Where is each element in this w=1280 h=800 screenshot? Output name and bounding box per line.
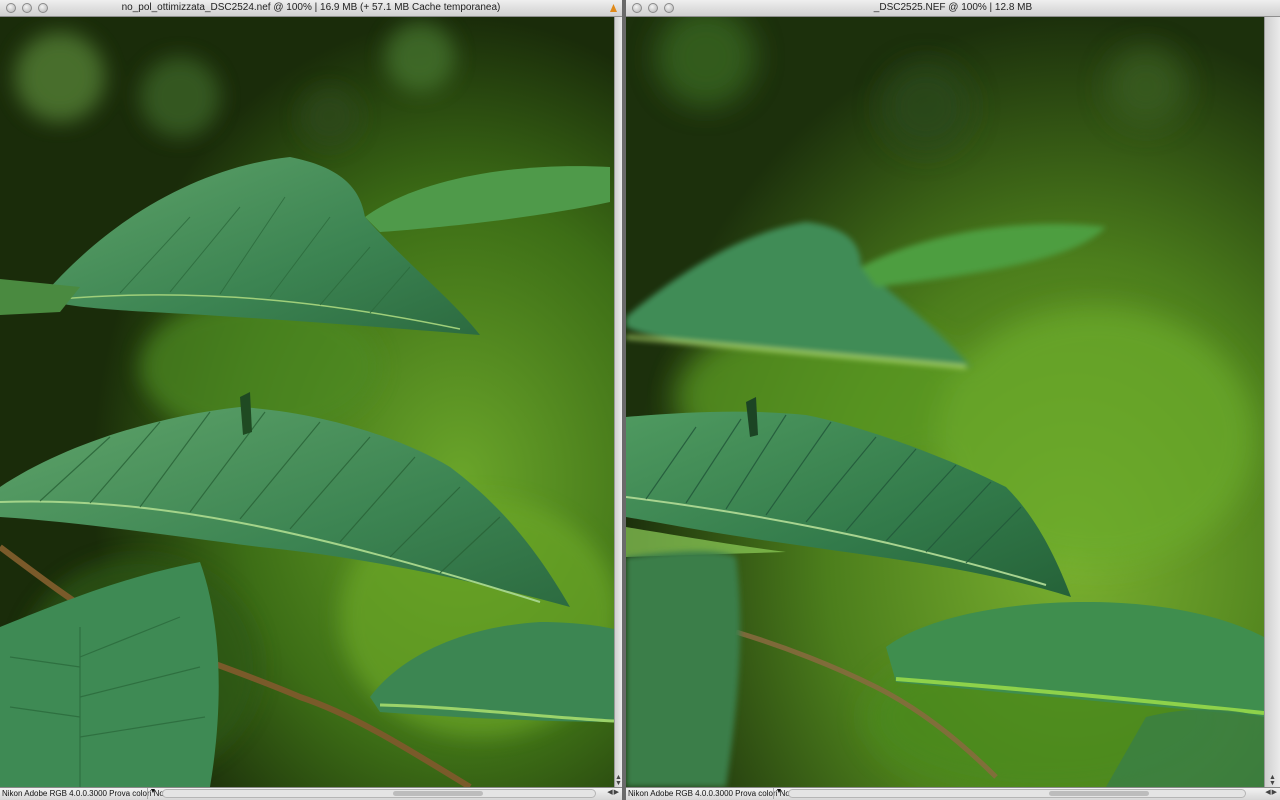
color-profile-status: Nikon Adobe RGB 4.0.0.3000 Prova colori … (2, 789, 164, 798)
horizontal-scrollbar[interactable] (788, 789, 1246, 798)
document-window-right: _DSC2525.NEF @ 100% | 12.8 MB ▲ ▼ Nikon … (626, 0, 1280, 800)
scroll-thumb[interactable] (393, 791, 483, 796)
scroll-thumb[interactable] (1049, 791, 1149, 796)
window-title: no_pol_ottimizzata_DSC2524.nef @ 100% | … (121, 2, 501, 13)
document-window-left: no_pol_ottimizzata_DSC2524.nef @ 100% | … (0, 0, 622, 800)
status-bar: Nikon Adobe RGB 4.0.0.3000 Prova colori … (626, 787, 1280, 800)
image-canvas[interactable] (0, 17, 614, 787)
window-title: _DSC2525.NEF @ 100% | 12.8 MB (873, 2, 1033, 13)
horizontal-scrollbar[interactable] (162, 789, 596, 798)
status-bar: Nikon Adobe RGB 4.0.0.3000 Prova colori … (0, 787, 622, 800)
photo-leaves-left (0, 17, 614, 787)
color-profile-status: Nikon Adobe RGB 4.0.0.3000 Prova colori … (628, 789, 790, 798)
horizontal-scroll-arrows-icon[interactable]: ◀▶ (1265, 788, 1278, 796)
window-titlebar[interactable]: _DSC2525.NEF @ 100% | 12.8 MB (626, 0, 1280, 17)
toolbar-toggle-icon[interactable] (609, 3, 618, 13)
image-canvas[interactable] (626, 17, 1264, 787)
scroll-arrows-icon[interactable]: ▲ ▼ (615, 774, 622, 787)
vertical-scrollbar[interactable]: ▲ ▼ (1264, 17, 1280, 787)
triangle-down-icon[interactable]: ▼ (147, 788, 158, 799)
vertical-scrollbar[interactable]: ▲ ▼ (614, 17, 622, 787)
triangle-down-icon[interactable]: ▼ (773, 788, 784, 799)
window-titlebar[interactable]: no_pol_ottimizzata_DSC2524.nef @ 100% | … (0, 0, 622, 17)
scroll-arrows-icon[interactable]: ▲ ▼ (1265, 774, 1280, 787)
photo-leaves-right (626, 17, 1264, 787)
horizontal-scroll-arrows-icon[interactable]: ◀▶ (607, 788, 620, 796)
